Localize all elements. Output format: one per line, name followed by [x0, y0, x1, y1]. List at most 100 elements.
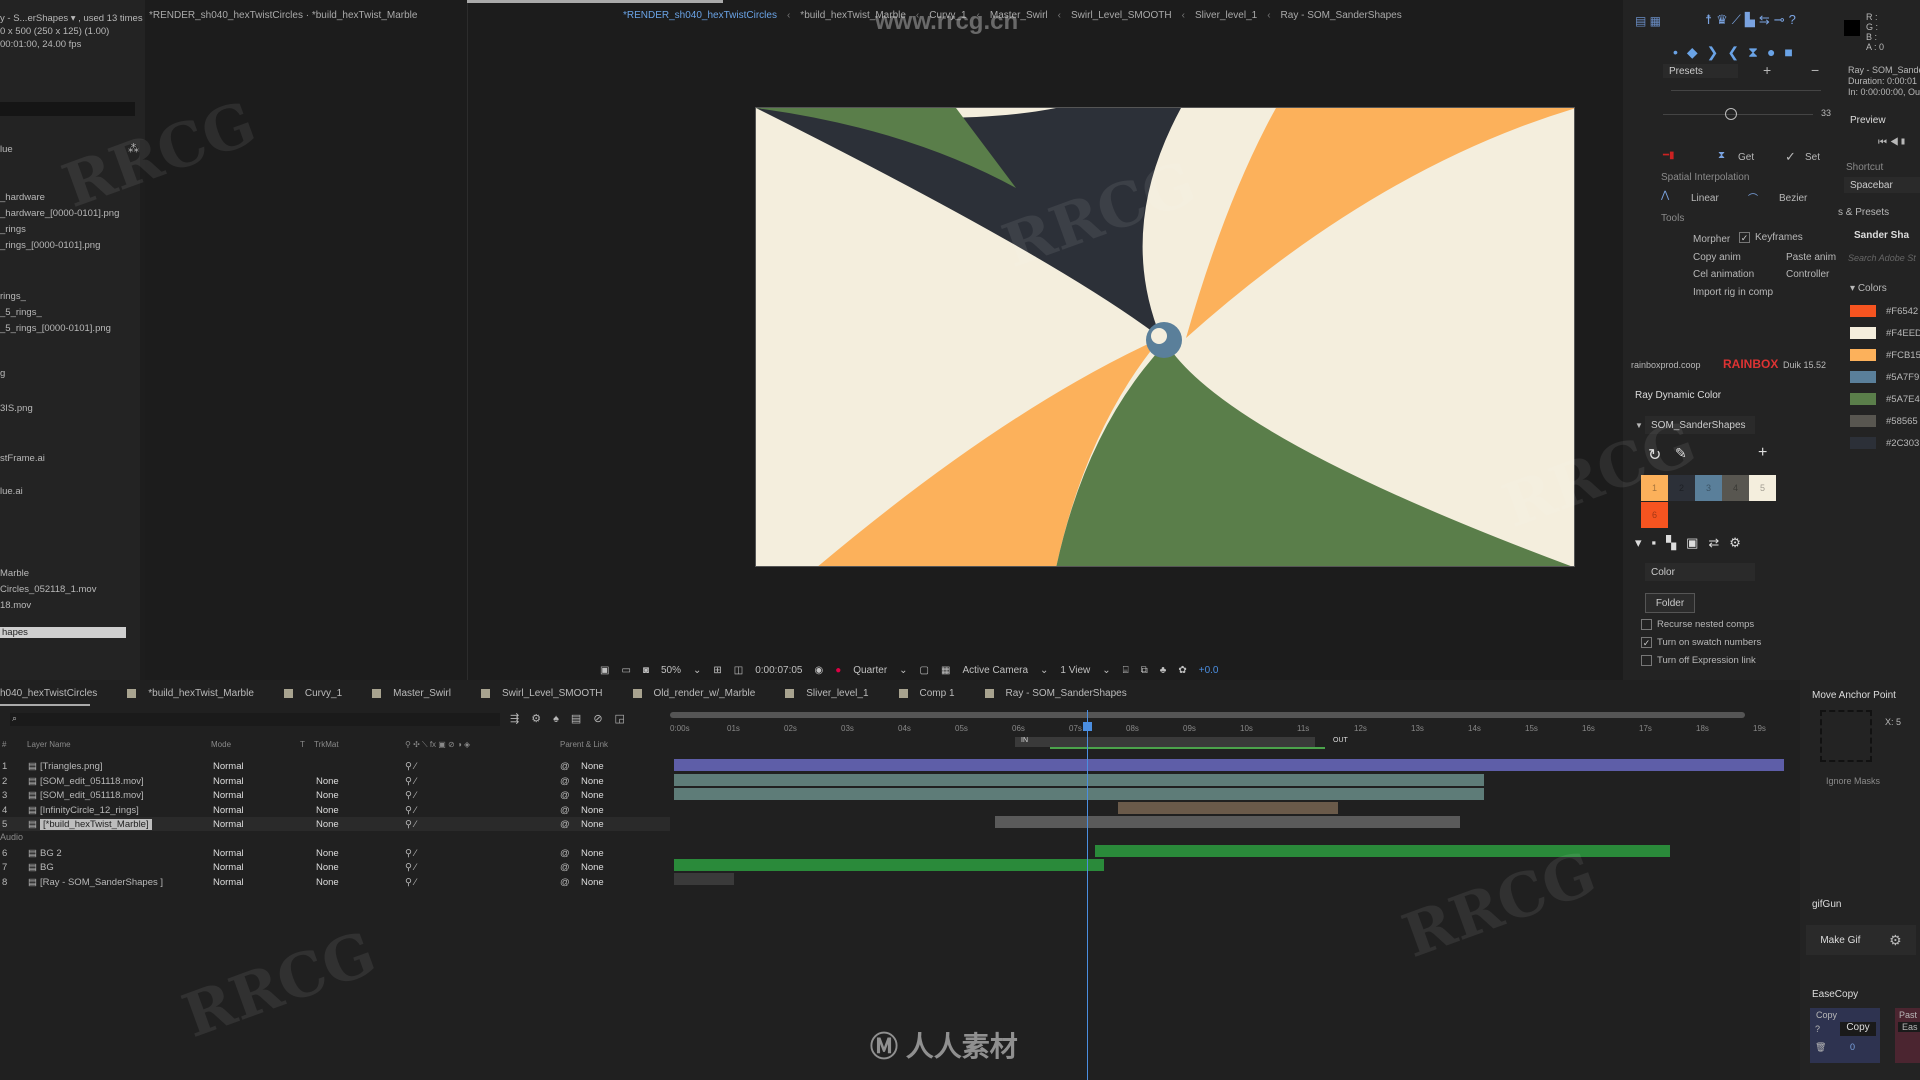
project-item[interactable]: _5_rings_	[0, 307, 42, 318]
breadcrumb-item[interactable]: Sliver_level_1	[1195, 10, 1257, 21]
pickwhip-icon[interactable]: @	[560, 862, 570, 873]
layer-duration-bar[interactable]	[674, 774, 1484, 786]
trkmat-select[interactable]: None	[316, 819, 394, 830]
playhead[interactable]	[1087, 710, 1088, 1080]
expand-triangle-icon[interactable]: ▼	[1635, 421, 1643, 430]
palette-select[interactable]: SOM_SanderShapes	[1645, 416, 1755, 434]
first-frame-icon[interactable]: ⏮ ◀▮	[1878, 137, 1907, 148]
presets-select[interactable]: Presets	[1663, 64, 1738, 78]
work-area-bar[interactable]	[670, 712, 1745, 718]
layer-row[interactable]: 7 BG Normal None None ▤ ⚲ ∕ @	[0, 860, 670, 874]
import-rig-button[interactable]: Import rig in comp	[1693, 287, 1773, 298]
color-swatch[interactable]: 4	[1722, 475, 1749, 501]
timeline-switches-icons[interactable]: ⇶⚙♠▤⊘◲	[510, 712, 637, 725]
resolution-select[interactable]: Quarter	[853, 665, 887, 676]
blend-mode-select[interactable]: Normal	[213, 805, 291, 816]
roi-icon[interactable]: ▢	[920, 665, 929, 676]
color-entry[interactable]: #FCB15	[1850, 349, 1920, 361]
blend-mode-select[interactable]: Normal	[213, 790, 291, 801]
interpolation-icons[interactable]: •◆❯❮⧗●■	[1673, 44, 1802, 61]
parent-select[interactable]: None	[581, 761, 651, 772]
layer-name[interactable]: [Ray - SOM_SanderShapes ]	[40, 877, 163, 888]
viewer-header-tab[interactable]: *RENDER_sh040_hexTwistCircles · *build_h…	[149, 10, 417, 21]
project-item[interactable]: _5_rings_[0000-0101].png	[0, 323, 111, 334]
timeline-tab[interactable]: Ray - SOM_SanderShapes	[984, 688, 1127, 699]
rigging-tools-icons[interactable]: ☨♛⟋▙⇆⊸?	[1705, 12, 1800, 28]
shy-switch-icon[interactable]: ⚲ ∕	[405, 877, 416, 888]
timeline-tab[interactable]: Curvy_1	[283, 688, 342, 699]
anchor-x-field[interactable]: X: 5	[1885, 717, 1901, 727]
layer-name[interactable]: BG	[40, 862, 54, 873]
chevron-down-icon[interactable]: ⌄	[1102, 665, 1110, 676]
transparency-grid-icon[interactable]: ▦	[941, 665, 950, 676]
influence-slider-2[interactable]	[1663, 114, 1813, 115]
folder-button[interactable]: Folder	[1645, 593, 1695, 613]
layer-name[interactable]: [*build_hexTwist_Marble]	[40, 818, 152, 830]
layer-row[interactable]: 4 [InfinityCircle_12_rings] Normal None None…	[0, 803, 670, 817]
colors-section-toggle[interactable]: ▾ Colors	[1850, 283, 1887, 294]
views-select[interactable]: 1 View	[1060, 665, 1090, 676]
channel-icon[interactable]: ●	[835, 665, 841, 676]
layer-duration-bar[interactable]	[1118, 802, 1338, 814]
shy-switch-icon[interactable]: ⚲ ∕	[405, 761, 416, 772]
swatch-tools-icons[interactable]: ▾▪▚▣⇄⚙	[1635, 535, 1751, 551]
project-search-input[interactable]	[0, 102, 135, 116]
pencil-icon[interactable]: ✎	[1675, 445, 1687, 462]
get-button[interactable]: Get	[1738, 152, 1754, 163]
project-item[interactable]: lue.ai	[0, 486, 23, 497]
layer-row[interactable]: 8 [Ray - SOM_SanderShapes ] Normal None None…	[0, 875, 670, 889]
remove-preset-icon[interactable]: −	[1811, 62, 1819, 78]
recurse-checkbox[interactable]: Recurse nested comps	[1641, 619, 1754, 630]
layer-name[interactable]: [SOM_edit_051118.mov]	[40, 776, 144, 787]
shy-switch-icon[interactable]: ⚲ ∕	[405, 805, 416, 816]
render-range[interactable]: IN OUT	[1015, 737, 1348, 747]
color-swatch[interactable]: 1	[1641, 475, 1668, 501]
flowchart-icon[interactable]: ⁂	[128, 142, 139, 155]
add-preset-icon[interactable]: +	[1763, 62, 1771, 78]
help-icon[interactable]: ?	[1815, 1024, 1820, 1034]
timeline-tab[interactable]: Old_render_w/_Marble	[632, 688, 755, 699]
blend-mode-select[interactable]: Normal	[213, 819, 291, 830]
get-icon[interactable]: ⧗	[1718, 150, 1725, 161]
parent-select[interactable]: None	[581, 819, 651, 830]
blend-mode-select[interactable]: Normal	[213, 862, 291, 873]
breadcrumb-item[interactable]: Swirl_Level_SMOOTH	[1071, 10, 1172, 21]
bezier-button[interactable]: Bezier	[1779, 193, 1807, 204]
timeline-tab[interactable]: Swirl_Level_SMOOTH	[480, 688, 603, 699]
pickwhip-icon[interactable]: @	[560, 877, 570, 888]
col-layer-name[interactable]: Layer Name	[27, 740, 71, 749]
color-entry[interactable]: #58565	[1850, 415, 1918, 427]
mask-toggle-icon[interactable]: ◙	[643, 665, 649, 676]
monitor-icon[interactable]: ▭	[621, 665, 630, 676]
layer-name[interactable]: [Triangles.png]	[40, 761, 103, 772]
trkmat-select[interactable]: None	[316, 877, 394, 888]
trkmat-select[interactable]: None	[316, 805, 394, 816]
parent-select[interactable]: None	[581, 805, 651, 816]
parent-select[interactable]: None	[581, 862, 651, 873]
set-button[interactable]: Set	[1805, 152, 1820, 163]
trkmat-select[interactable]: None	[316, 776, 394, 787]
project-item[interactable]: g	[0, 368, 5, 379]
ignore-masks-toggle[interactable]: Ignore Masks	[1826, 776, 1880, 786]
cel-animation-button[interactable]: Cel animation	[1693, 269, 1754, 280]
parent-select[interactable]: None	[581, 790, 651, 801]
pickwhip-icon[interactable]: @	[560, 805, 570, 816]
footer-site-link[interactable]: rainboxprod.coop	[1631, 360, 1701, 370]
layer-row[interactable]: 3 [SOM_edit_051118.mov] Normal None None ▤ ⚲ ∕…	[0, 788, 670, 802]
always-preview-icon[interactable]: ▣	[600, 665, 609, 676]
shortcut-select[interactable]: Spacebar	[1844, 177, 1920, 193]
breadcrumb-item[interactable]: Ray - SOM_SanderShapes	[1281, 10, 1402, 21]
check-icon[interactable]: ✓	[1785, 149, 1796, 165]
refresh-icon[interactable]: ↻	[1648, 445, 1661, 465]
anchor-grid[interactable]	[1820, 710, 1872, 762]
copy-button[interactable]: Copy	[1840, 1022, 1876, 1036]
timeline-tab[interactable]: Master_Swirl	[372, 688, 451, 699]
layer-row[interactable]: 6 BG 2 Normal None None ▤ ⚲ ∕ @	[0, 846, 670, 860]
exposure-reset-icon[interactable]: ✿	[1178, 665, 1186, 676]
paste-button[interactable]: Eas	[1898, 1022, 1920, 1032]
layer-duration-bar[interactable]	[674, 759, 1784, 771]
blend-mode-select[interactable]: Normal	[213, 848, 291, 859]
layer-name[interactable]: [InfinityCircle_12_rings]	[40, 805, 139, 816]
pickwhip-icon[interactable]: @	[560, 848, 570, 859]
trash-icon[interactable]: 🗑	[1815, 1042, 1826, 1053]
